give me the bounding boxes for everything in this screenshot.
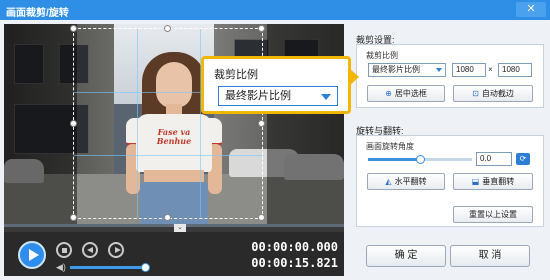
crop-ratio-value: 最终影片比例: [372, 65, 420, 74]
crop-handle-bottom[interactable]: [164, 214, 171, 221]
current-time: 00:00:00.000: [251, 240, 338, 254]
crop-width-input[interactable]: 1080: [452, 63, 486, 77]
crop-shade-left: [4, 24, 77, 224]
crop-handle-top-left[interactable]: [70, 25, 77, 32]
callout-ratio-select[interactable]: 最终影片比例: [218, 86, 338, 106]
next-frame-button[interactable]: [108, 242, 124, 258]
callout-ratio-value: 最终影片比例: [225, 90, 291, 102]
rotate-settings-box: 画面旋转角度 0.0 ⟳ ◭ 水平翻转 ⬓ 垂直翻转 重置以上设置: [356, 135, 544, 227]
rotate-angle-knob[interactable]: [416, 155, 425, 164]
window-title: 画面裁剪/旋转: [6, 8, 69, 19]
flip-vertical-icon: ⬓: [471, 177, 480, 186]
auto-border-button[interactable]: ⊡ 自动截边: [453, 85, 533, 102]
volume-icon[interactable]: ◀): [56, 263, 66, 272]
crop-height-input[interactable]: 1080: [498, 63, 532, 77]
close-button[interactable]: ✕: [516, 2, 546, 17]
timeline-strip[interactable]: ⌄: [4, 224, 344, 232]
callout-label: 裁剪比例: [214, 69, 258, 81]
crop-handle-right[interactable]: [258, 120, 265, 127]
flip-horizontal-label: 水平翻转: [394, 177, 427, 186]
auto-border-label: 自动截边: [481, 89, 514, 98]
crop-handle-left[interactable]: [70, 120, 77, 127]
flip-vertical-label: 垂直翻转: [482, 177, 515, 186]
play-button[interactable]: [18, 241, 46, 269]
prev-frame-button[interactable]: [82, 242, 98, 258]
player-controls: ◀) 00:00:00.000 00:00:15.821: [4, 232, 344, 276]
reset-settings-button[interactable]: 重置以上设置: [453, 206, 533, 223]
total-time: 00:00:15.821: [251, 256, 338, 270]
rotate-angle-fill: [368, 158, 420, 161]
crop-settings-box: 裁剪比例 最终影片比例 1080 × 1080 ⊕ 居中选框 ⊡ 自动截边: [356, 44, 544, 108]
title-bar: 画面裁剪/旋转 ✕: [0, 0, 550, 20]
center-icon: ⊕: [385, 89, 392, 98]
chevron-down-icon: [321, 94, 331, 100]
rotate-angle-input[interactable]: 0.0: [476, 152, 512, 166]
times-sign: ×: [488, 65, 493, 74]
crop-shade-right: [267, 24, 344, 224]
crop-ratio-label: 裁剪比例: [366, 51, 398, 60]
chevron-down-icon[interactable]: ⌄: [174, 224, 186, 232]
crop-handle-top[interactable]: [164, 25, 171, 32]
crop-handle-bottom-right[interactable]: [258, 214, 265, 221]
chevron-down-icon: [436, 68, 442, 72]
center-frame-button[interactable]: ⊕ 居中选框: [367, 85, 445, 102]
flip-horizontal-icon: ◭: [385, 177, 392, 186]
flip-horizontal-button[interactable]: ◭ 水平翻转: [367, 173, 445, 190]
stop-button[interactable]: [56, 242, 72, 258]
crop-handle-bottom-left[interactable]: [70, 214, 77, 221]
cancel-button[interactable]: 取 消: [450, 245, 530, 267]
crop-ratio-select[interactable]: 最终影片比例: [368, 63, 446, 77]
ok-button[interactable]: 确 定: [366, 245, 446, 267]
center-frame-label: 居中选框: [394, 89, 427, 98]
auto-crop-icon: ⊡: [472, 89, 479, 98]
callout-pointer: [349, 68, 359, 86]
rotate-angle-label: 画面旋转角度: [366, 142, 414, 151]
rotate-angle-slider[interactable]: [368, 155, 472, 164]
crop-ratio-callout: 裁剪比例 最终影片比例: [201, 56, 351, 114]
flip-vertical-button[interactable]: ⬓ 垂直翻转: [453, 173, 533, 190]
crop-grid-line: [74, 155, 262, 156]
volume-slider[interactable]: [70, 263, 150, 272]
rotate-icon[interactable]: ⟳: [516, 153, 530, 165]
volume-fill: [70, 266, 146, 269]
crop-handle-top-right[interactable]: [258, 25, 265, 32]
crop-grid-line: [137, 29, 138, 218]
volume-knob[interactable]: [141, 263, 150, 272]
